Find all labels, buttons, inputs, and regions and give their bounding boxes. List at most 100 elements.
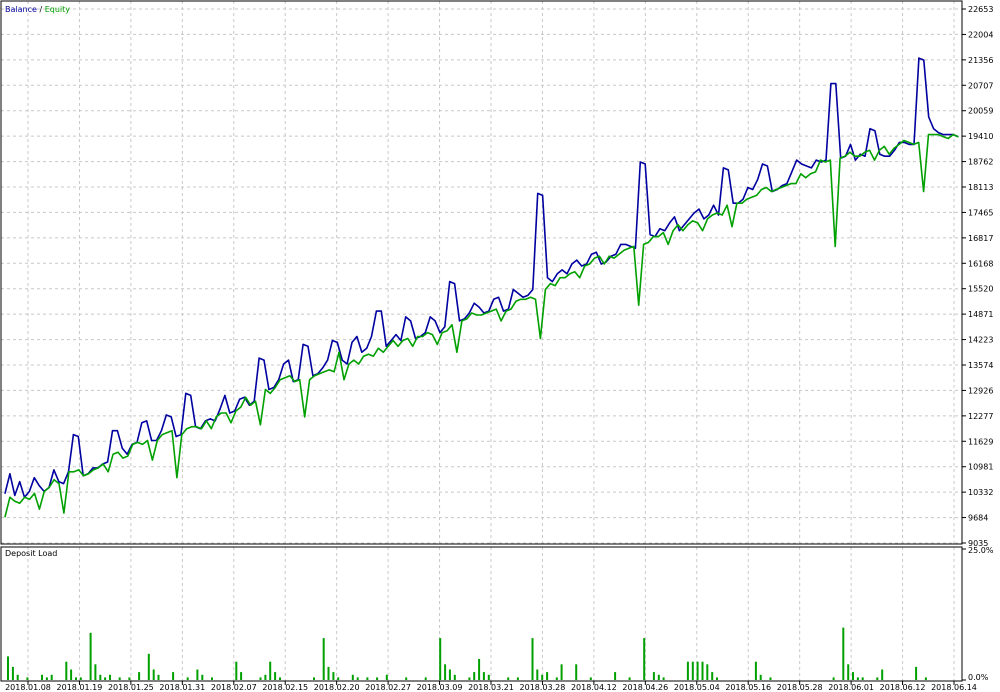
data-point-balance [287, 359, 290, 361]
data-point-equity [259, 424, 261, 426]
data-point-equity [505, 310, 507, 312]
data-point-balance [356, 335, 358, 338]
data-point-balance [703, 218, 705, 220]
data-point-equity [132, 443, 134, 445]
data-point-equity [166, 432, 168, 434]
deposit-load-bar [686, 661, 689, 680]
data-point-equity [422, 335, 424, 338]
data-point-balance [14, 494, 16, 496]
data-point-equity [210, 428, 212, 430]
data-point-equity [63, 512, 65, 514]
data-point-equity [127, 455, 129, 457]
data-point-equity [466, 318, 468, 320]
deposit-load-bar [337, 677, 340, 680]
data-point-equity [358, 363, 360, 365]
data-point-balance [19, 481, 21, 483]
data-point-balance [160, 430, 162, 432]
data-point-equity [706, 218, 709, 220]
data-point-equity [589, 263, 591, 265]
data-point-equity [4, 516, 6, 518]
data-point-equity [141, 443, 144, 445]
data-point-equity [343, 379, 345, 381]
main-y-tick-label: 19410 [968, 132, 993, 141]
data-point-equity [436, 343, 438, 345]
deposit-load-bar [487, 674, 490, 680]
data-point-balance [366, 347, 368, 349]
data-point-balance [307, 345, 309, 347]
data-point-balance [473, 302, 475, 304]
data-point-balance [551, 281, 554, 283]
data-point-balance [336, 341, 338, 343]
data-point-balance [747, 186, 749, 189]
data-point-balance [537, 192, 539, 194]
data-point-equity [520, 298, 522, 300]
data-point-balance [937, 132, 940, 134]
data-point-balance [151, 439, 153, 442]
data-point-equity [947, 137, 949, 140]
data-point-balance [380, 310, 382, 312]
data-point-equity [407, 337, 409, 340]
data-point-balance [595, 251, 597, 253]
data-point-equity [205, 420, 207, 422]
data-point-balance [683, 224, 685, 226]
data-point-balance [72, 434, 74, 436]
data-point-balance [175, 435, 177, 438]
deposit-load-bar [652, 672, 655, 680]
data-point-equity [569, 273, 571, 275]
deposit-load-bar [118, 677, 121, 680]
main-y-tick-label: 18762 [968, 158, 993, 167]
data-point-balance [566, 273, 568, 275]
data-point-equity [309, 379, 311, 381]
data-point-balance [458, 320, 461, 322]
data-point-equity [220, 412, 222, 414]
data-point-balance [869, 128, 871, 130]
data-point-balance [449, 281, 451, 283]
deposit-load-bar [79, 677, 82, 680]
data-point-balance [933, 128, 935, 130]
data-point-equity [780, 186, 782, 189]
deposit-load-bar [109, 674, 111, 680]
x-tick-label: 2018.05.28 [777, 683, 823, 692]
data-point-equity [9, 496, 11, 498]
data-point-balance [165, 414, 167, 416]
data-point-balance [498, 296, 500, 298]
data-point-equity [338, 351, 340, 353]
data-point-equity [697, 222, 699, 224]
deposit-load-bar [313, 677, 315, 680]
data-point-equity [633, 245, 635, 247]
data-point-equity [800, 173, 802, 175]
data-point-balance [717, 214, 720, 216]
deposit-load-bar [351, 674, 354, 680]
data-point-equity [824, 161, 827, 163]
data-point-balance [634, 247, 637, 249]
data-point-equity [254, 400, 257, 402]
data-point-equity [289, 375, 291, 377]
x-tick-label: 2018.01.08 [5, 683, 51, 692]
deposit-load-bar [924, 677, 927, 680]
data-point-balance [385, 345, 387, 347]
data-point-equity [318, 373, 320, 375]
main-y-tick-label: 22653 [968, 5, 993, 14]
data-point-equity [864, 151, 866, 153]
data-point-balance [928, 116, 930, 118]
data-point-equity [392, 339, 394, 342]
data-point-balance [346, 363, 348, 365]
data-point-equity [770, 190, 772, 193]
data-point-equity [137, 441, 139, 443]
deposit-load-bar [322, 638, 325, 680]
data-point-equity [387, 345, 389, 347]
data-point-equity [284, 377, 286, 379]
data-point-balance [752, 188, 754, 191]
data-point-equity [775, 188, 777, 191]
data-point-balance [478, 306, 480, 308]
data-point-balance [879, 153, 881, 155]
deposit-load-bar [915, 666, 918, 680]
deposit-load-bar [424, 677, 427, 680]
x-tick-label: 2018.06.01 [828, 683, 874, 692]
data-point-equity [500, 320, 502, 322]
deposit-load-bar [696, 661, 699, 680]
data-point-equity [156, 439, 158, 442]
data-point-equity [741, 202, 743, 204]
data-point-equity [647, 241, 650, 243]
data-point-equity [579, 277, 581, 279]
